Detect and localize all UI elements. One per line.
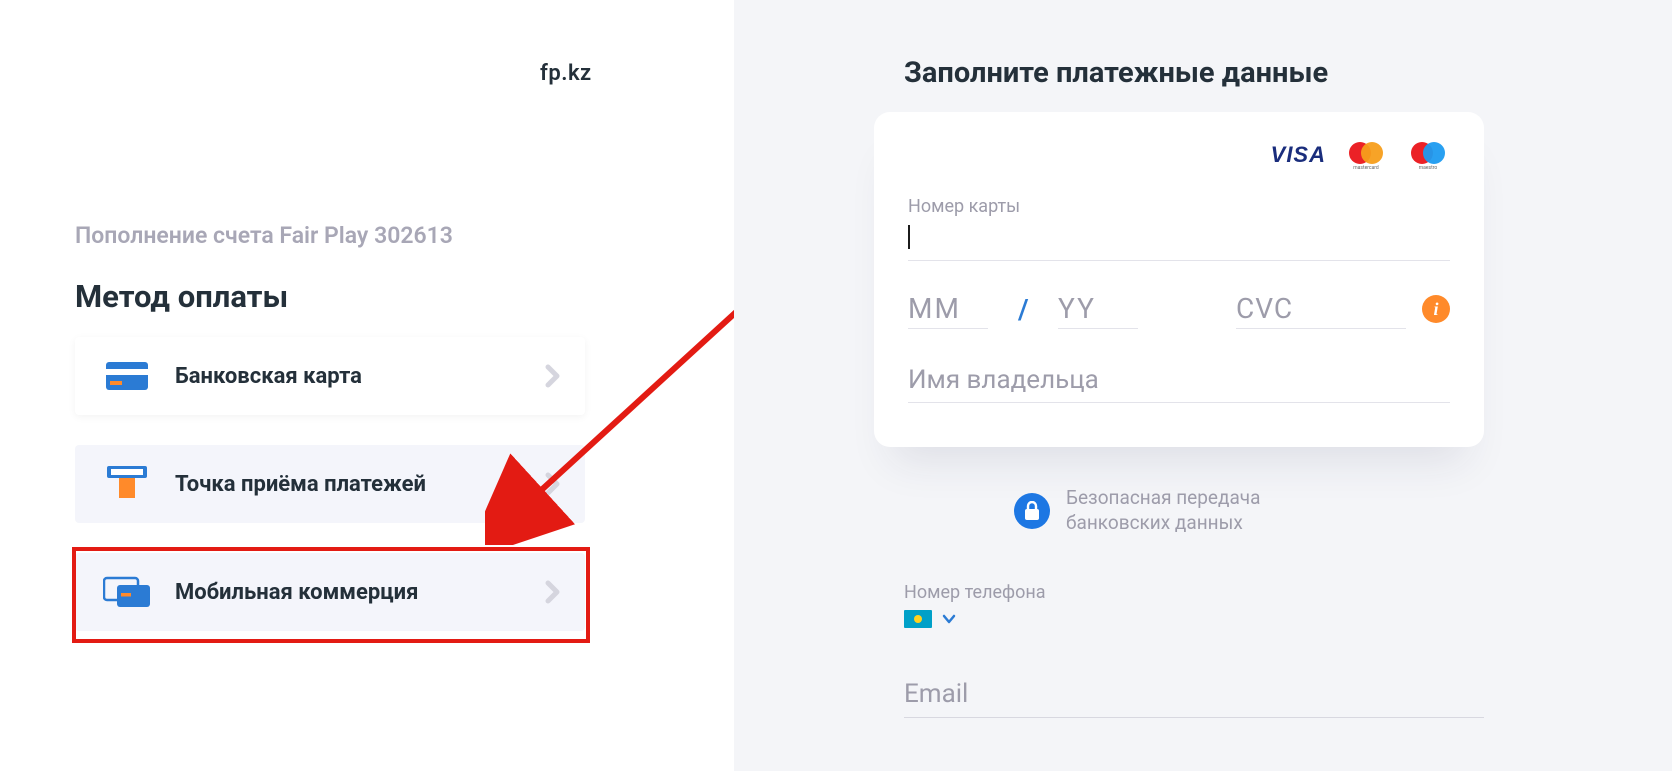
right-pane: Заполните платежные данные VISA masterca… bbox=[734, 0, 1672, 771]
secure-transfer-notice: Безопасная передача банковских данных bbox=[1014, 486, 1260, 535]
method-mobile-commerce[interactable]: Мобильная коммерция bbox=[75, 553, 585, 631]
chevron-down-icon bbox=[942, 614, 956, 624]
method-mobile-commerce-label: Мобильная коммерция bbox=[175, 580, 418, 605]
left-pane: fp.kz Пополнение счета Fair Play 302613 … bbox=[0, 0, 734, 771]
cvc-info-icon[interactable]: i bbox=[1422, 295, 1450, 323]
payment-form-title: Заполните платежные данные bbox=[904, 56, 1328, 90]
svg-text:mastercard: mastercard bbox=[1353, 165, 1379, 170]
svg-text:maestro: maestro bbox=[1419, 165, 1438, 170]
atm-icon bbox=[103, 464, 151, 504]
expiry-month-input[interactable]: MM bbox=[908, 289, 988, 329]
card-number-label: Номер карты bbox=[908, 196, 1450, 217]
card-number-input[interactable] bbox=[908, 219, 1450, 261]
chevron-right-icon bbox=[545, 580, 561, 604]
chevron-right-icon bbox=[545, 472, 561, 496]
phone-label: Номер телефона bbox=[904, 582, 1046, 603]
bank-card-icon bbox=[103, 356, 151, 396]
card-brand-row: VISA mastercard maestro bbox=[908, 140, 1450, 170]
text-caret bbox=[908, 225, 910, 249]
cardholder-name-input[interactable]: Имя владельца bbox=[908, 357, 1450, 403]
method-bank-card-label: Банковская карта bbox=[175, 364, 362, 389]
payment-method-title: Метод оплаты bbox=[75, 278, 288, 315]
secure-text-line2: банковских данных bbox=[1066, 511, 1260, 536]
chevron-right-icon bbox=[545, 364, 561, 388]
cvc-input[interactable]: CVC bbox=[1236, 289, 1406, 329]
payment-method-list: Банковская карта Точка приёма платежей bbox=[75, 337, 585, 661]
method-bank-card[interactable]: Банковская карта bbox=[75, 337, 585, 415]
method-payment-point[interactable]: Точка приёма платежей bbox=[75, 445, 585, 523]
payment-page: fp.kz Пополнение счета Fair Play 302613 … bbox=[0, 0, 1672, 771]
site-domain: fp.kz bbox=[540, 61, 592, 86]
mobile-commerce-icon bbox=[103, 572, 151, 612]
secure-text-line1: Безопасная передача bbox=[1066, 486, 1260, 511]
phone-country-selector[interactable] bbox=[904, 610, 956, 628]
expiry-slash: / bbox=[1018, 289, 1028, 329]
lock-icon bbox=[1014, 493, 1050, 529]
mastercard-logo: mastercard bbox=[1344, 140, 1388, 170]
maestro-logo: maestro bbox=[1406, 140, 1450, 170]
email-input[interactable]: Email bbox=[904, 670, 1484, 718]
topup-description: Пополнение счета Fair Play 302613 bbox=[75, 222, 453, 249]
flag-kz-icon bbox=[904, 610, 932, 628]
card-details-panel: VISA mastercard maestro Номер bbox=[874, 112, 1484, 447]
method-payment-point-label: Точка приёма платежей bbox=[175, 472, 426, 497]
visa-logo: VISA bbox=[1271, 142, 1326, 168]
expiry-year-input[interactable]: YY bbox=[1058, 289, 1138, 329]
